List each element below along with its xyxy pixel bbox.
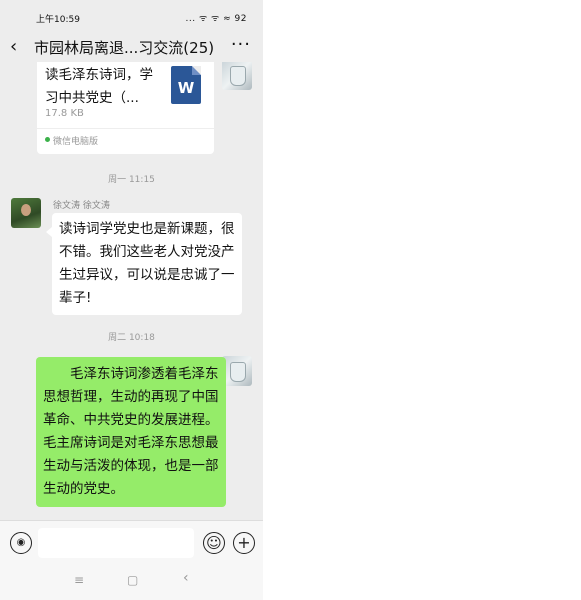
plus-icon[interactable]: + bbox=[233, 532, 255, 554]
menu-icon[interactable]: ≡ bbox=[74, 573, 84, 587]
word-letter: W bbox=[177, 79, 195, 97]
nav-back-icon[interactable]: ‹ bbox=[183, 570, 189, 586]
sender-name: 徐文涛 徐文涛 bbox=[53, 201, 110, 211]
status-icons: ... ᯤ ᯤ ≈ 92 bbox=[185, 14, 247, 24]
phone-screen: 上午10:59 ... ᯤ ᯤ ≈ 92 ‹ 市园林局离退...习交流(25) … bbox=[0, 0, 263, 600]
message-bubble-self[interactable]: 毛泽东诗词渗透着毛泽东思想哲理，生动的再现了中国革命、中共党史的发展进程。毛主席… bbox=[36, 357, 226, 507]
chat-header: ‹ 市园林局离退...习交流(25) ··· bbox=[0, 34, 263, 62]
file-size: 17.8 KB bbox=[45, 108, 84, 119]
chat-title: 市园林局离退...习交流(25) bbox=[34, 39, 215, 57]
file-divider bbox=[37, 128, 214, 129]
back-icon[interactable]: ‹ bbox=[10, 36, 17, 57]
chat-area[interactable]: 读毛泽东诗词，学习中共党史（... 17.8 KB W 微信电脑版 周一 11:… bbox=[0, 62, 263, 520]
self-avatar[interactable] bbox=[222, 356, 252, 386]
voice-icon[interactable]: ◉ bbox=[10, 532, 32, 554]
emoji-icon[interactable]: ☺ bbox=[203, 532, 225, 554]
file-fold bbox=[192, 66, 201, 75]
message-bubble[interactable]: 读诗词学党史也是新课题，很不错。我们这些老人对党没产生过异议，可以说是忠诚了一辈… bbox=[52, 213, 242, 315]
home-icon[interactable]: ▢ bbox=[127, 573, 138, 587]
message-input[interactable] bbox=[38, 528, 194, 558]
word-file-icon: W bbox=[171, 66, 201, 104]
sender-avatar[interactable] bbox=[11, 198, 41, 228]
file-name: 读毛泽东诗词，学习中共党史（... bbox=[45, 67, 153, 106]
pc-wechat-icon bbox=[45, 137, 50, 142]
input-bar: ◉ ☺ + bbox=[0, 520, 263, 566]
timestamp: 周一 11:15 bbox=[108, 175, 155, 185]
more-icon[interactable]: ··· bbox=[231, 34, 251, 55]
file-message[interactable]: 读毛泽东诗词，学习中共党史（... 17.8 KB W 微信电脑版 bbox=[37, 62, 214, 154]
status-time: 上午10:59 bbox=[36, 15, 80, 25]
avatar-image bbox=[21, 204, 31, 216]
avatar-image bbox=[230, 66, 246, 86]
status-bar: 上午10:59 ... ᯤ ᯤ ≈ 92 bbox=[0, 0, 263, 34]
self-avatar[interactable] bbox=[222, 62, 252, 90]
avatar-image bbox=[230, 362, 246, 382]
file-source: 微信电脑版 bbox=[53, 137, 99, 147]
system-nav-bar: ≡ ▢ ‹ bbox=[0, 565, 263, 600]
timestamp: 周二 10:18 bbox=[108, 333, 155, 343]
